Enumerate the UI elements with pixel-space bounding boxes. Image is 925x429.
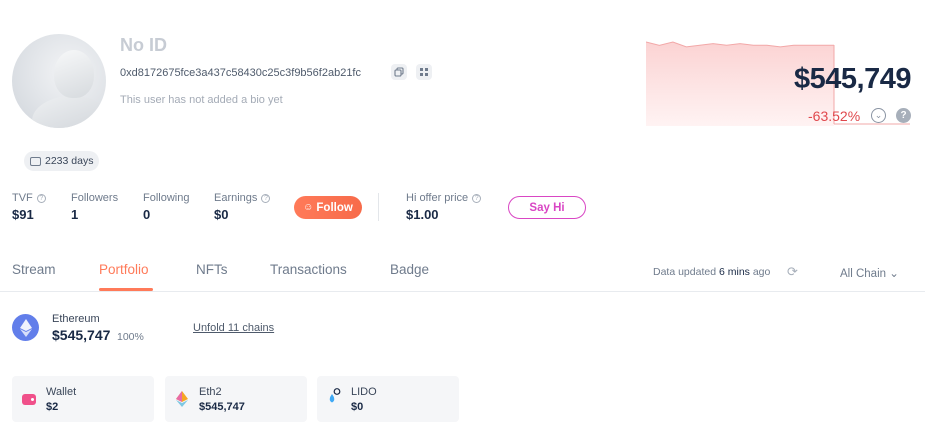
wallet-icon <box>22 394 36 405</box>
hi-offer-label: Hi offer price <box>406 192 469 204</box>
hi-offer-price: Hi offer price? $1.00 <box>406 192 482 222</box>
protocol-name: Eth2 <box>199 386 222 398</box>
data-updated-text: Data updated 6 mins ago <box>653 266 771 278</box>
chain-percent: 100% <box>117 331 144 343</box>
chain-name: Ethereum <box>52 313 100 325</box>
stat-following-value: 0 <box>143 207 151 222</box>
stat-followers-value: 1 <box>71 207 79 222</box>
protocol-value: $0 <box>351 401 364 413</box>
wallet-address: 0xd8172675fce3a437c58430c25c3f9b56f2ab21… <box>120 67 361 79</box>
protocol-value: $545,747 <box>199 401 245 413</box>
chain-value: $545,747 <box>52 327 111 343</box>
info-icon[interactable]: ? <box>472 193 482 203</box>
tab-nfts[interactable]: NFTs <box>196 262 228 277</box>
stat-earnings-value: $0 <box>214 207 229 222</box>
follow-button[interactable]: ☺ Follow <box>294 196 362 219</box>
total-balance: $545,749 <box>794 63 911 95</box>
tab-stream[interactable]: Stream <box>12 262 56 277</box>
protocol-value: $2 <box>46 401 59 413</box>
protocol-card-lido[interactable]: LIDO $0 <box>317 376 459 422</box>
unfold-chains-link[interactable]: Unfold 11 chains <box>193 322 274 334</box>
profile-name: No ID <box>120 35 167 55</box>
stat-tvf-label: TVF <box>12 192 33 204</box>
tab-portfolio[interactable]: Portfolio <box>99 262 149 277</box>
eth2-icon <box>176 391 188 407</box>
chain-filter-label: All Chain <box>840 268 887 280</box>
account-age-badge: 2233 days <box>24 151 100 171</box>
chevron-down-icon: ⌄ <box>889 268 899 280</box>
stat-tvf: TVF? $91 <box>12 192 46 222</box>
lido-icon <box>329 388 341 403</box>
stat-following[interactable]: Following 0 <box>143 192 189 222</box>
qr-code-icon[interactable] <box>416 64 432 80</box>
divider <box>378 193 379 221</box>
copy-icon[interactable] <box>391 64 407 80</box>
tabs-divider <box>0 291 925 292</box>
ethereum-icon <box>12 314 39 341</box>
calendar-icon <box>30 156 41 166</box>
person-icon: ☺ <box>303 202 314 213</box>
protocol-name: LIDO <box>351 386 377 398</box>
hi-offer-value: $1.00 <box>406 207 439 222</box>
follow-button-label: Follow <box>316 201 353 214</box>
help-icon[interactable]: ? <box>896 108 911 123</box>
chain-filter-dropdown[interactable]: All Chain ⌄ <box>840 266 899 280</box>
info-icon[interactable]: ? <box>36 193 46 203</box>
profile-bio: This user has not added a bio yet <box>120 94 283 106</box>
stat-tvf-value: $91 <box>12 207 34 222</box>
stat-followers[interactable]: Followers 1 <box>71 192 118 222</box>
tab-badge[interactable]: Badge <box>390 262 429 277</box>
protocol-card-wallet[interactable]: Wallet $2 <box>12 376 154 422</box>
balance-change: -63.52% <box>808 108 861 124</box>
tab-transactions[interactable]: Transactions <box>270 262 347 277</box>
protocol-name: Wallet <box>46 386 77 398</box>
stat-followers-label: Followers <box>71 192 119 204</box>
stat-following-label: Following <box>143 192 190 204</box>
protocol-card-eth2[interactable]: Eth2 $545,747 <box>165 376 307 422</box>
stat-earnings: Earnings? $0 <box>214 192 271 222</box>
say-hi-button[interactable]: Say Hi <box>508 196 586 219</box>
stat-earnings-label: Earnings <box>214 192 258 204</box>
info-icon[interactable]: ? <box>261 193 271 203</box>
avatar <box>12 34 106 128</box>
refresh-icon[interactable]: ⟳ <box>787 264 798 280</box>
account-age-label: 2233 days <box>45 155 94 167</box>
chevron-down-icon[interactable]: ⌄ <box>871 108 886 123</box>
